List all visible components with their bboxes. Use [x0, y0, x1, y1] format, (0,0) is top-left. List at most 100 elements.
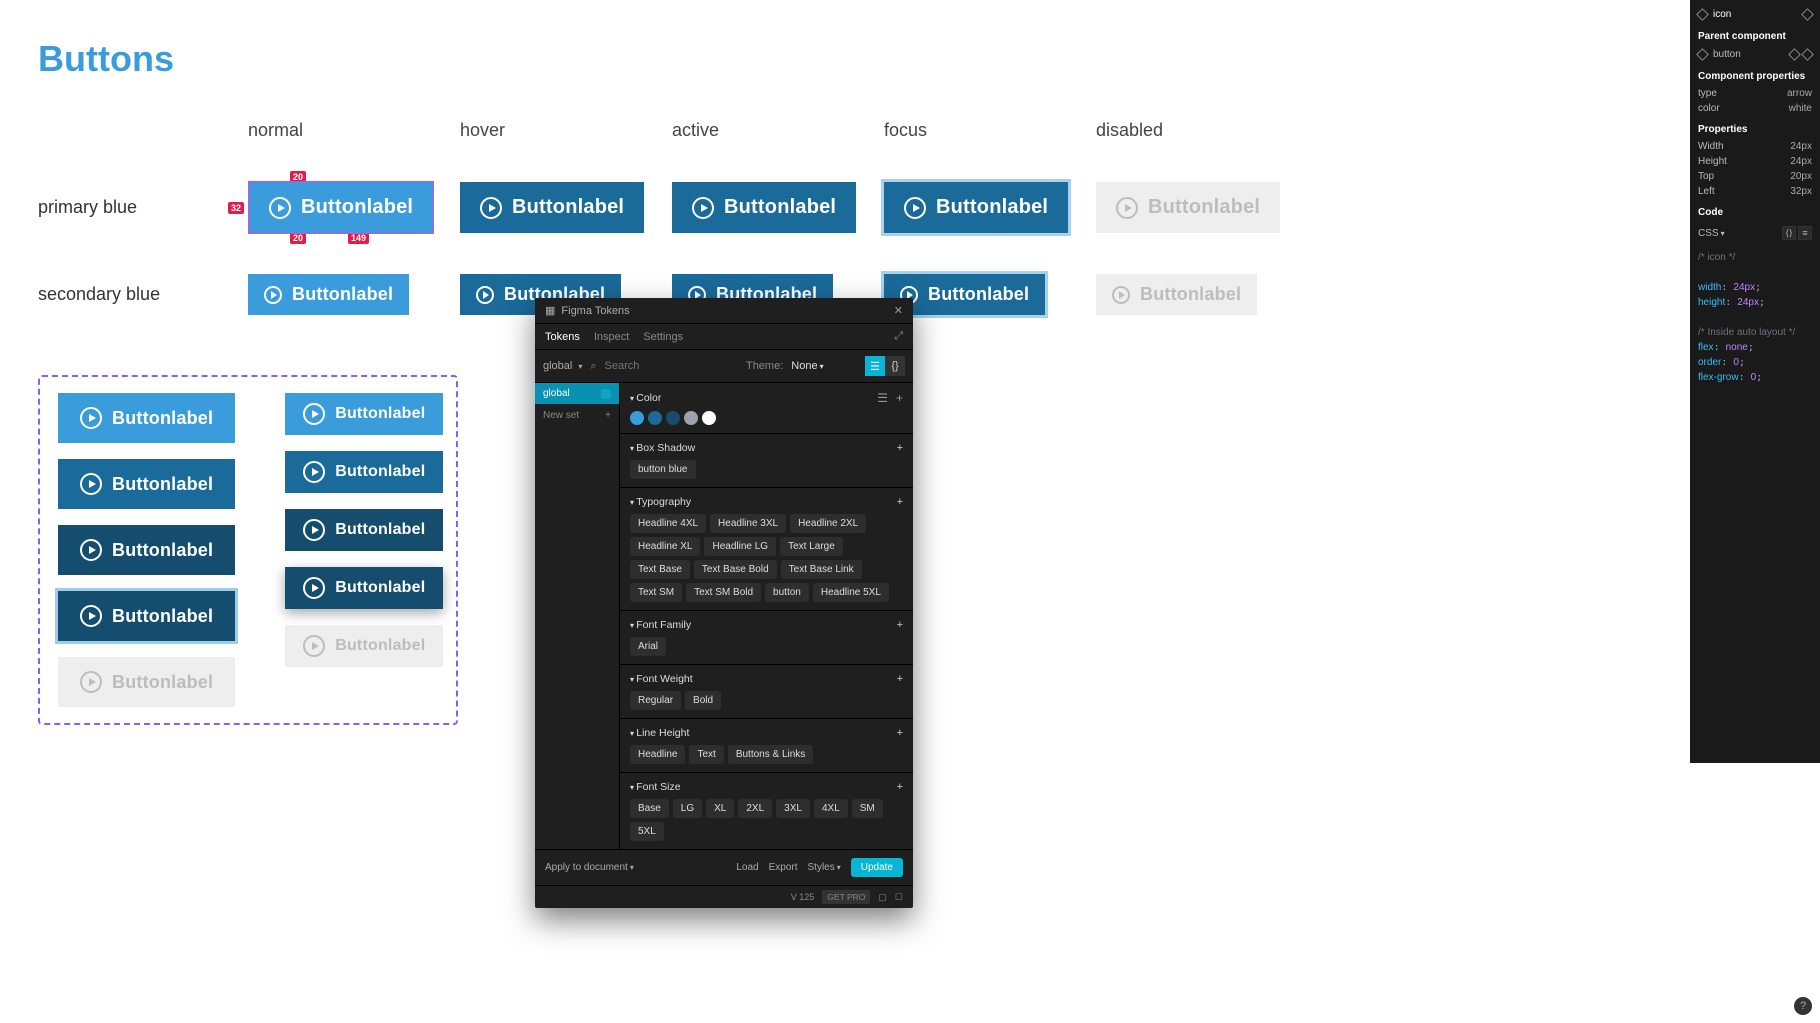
device-icon[interactable]: ▢ [878, 892, 887, 903]
token-chip[interactable]: Headline 2XL [790, 514, 866, 533]
theme-value[interactable]: None [791, 360, 823, 372]
plugin-tab-tokens[interactable]: Tokens [545, 331, 580, 343]
token-chip[interactable]: LG [673, 799, 702, 818]
token-chip[interactable]: Text [689, 745, 723, 764]
token-chip[interactable]: 2XL [738, 799, 772, 818]
goto-main-icon[interactable] [1801, 48, 1814, 61]
token-chip[interactable]: Headline XL [630, 537, 700, 556]
code-copy-icon[interactable]: ⟨⟩ [1782, 226, 1796, 240]
plugin-tab-settings[interactable]: Settings [643, 331, 683, 343]
plus-icon[interactable]: + [897, 673, 903, 685]
token-chip[interactable]: Text Large [780, 537, 843, 556]
view-json-icon[interactable]: {} [885, 356, 905, 376]
section-shadow[interactable]: Box Shadow [630, 442, 695, 454]
primary-button-hover[interactable]: Buttonlabel [460, 182, 644, 233]
variant-button-sm[interactable]: Buttonlabel [285, 451, 443, 493]
section-font-weight[interactable]: Font Weight [630, 673, 693, 685]
css-code-block[interactable]: /* icon */ width: 24px; height: 24px; /*… [1690, 244, 1820, 391]
list-icon[interactable]: ☰ [877, 391, 888, 405]
token-chip[interactable]: Headline [630, 745, 685, 764]
token-chip[interactable]: Text SM [630, 583, 682, 602]
variant-button[interactable]: Buttonlabel [58, 459, 235, 509]
token-chip[interactable]: XL [706, 799, 734, 818]
token-chip[interactable]: Headline 5XL [813, 583, 889, 602]
secondary-button-disabled[interactable]: Buttonlabel [1096, 274, 1257, 315]
play-circle-icon [1116, 197, 1138, 219]
plus-icon[interactable]: + [897, 727, 903, 739]
color-swatch[interactable] [666, 411, 680, 425]
button-label: Buttonlabel [112, 606, 213, 627]
load-button[interactable]: Load [736, 862, 758, 873]
color-swatch[interactable] [630, 411, 644, 425]
variant-button[interactable]: Buttonlabel [58, 591, 235, 641]
plugin-window[interactable]: ▦Figma Tokens ✕ Tokens Inspect Settings … [535, 298, 913, 908]
token-chip[interactable]: Regular [630, 691, 681, 710]
collapse-icon[interactable]: ⤢ [894, 330, 903, 343]
get-pro-button[interactable]: GET PRO [822, 890, 870, 904]
token-chip[interactable]: Text Base Link [781, 560, 862, 579]
primary-button-disabled[interactable]: Buttonlabel [1096, 182, 1280, 233]
variant-button[interactable]: Buttonlabel [58, 657, 235, 707]
version-label: V 125 [791, 892, 815, 902]
plugin-search-input[interactable] [605, 360, 705, 372]
export-button[interactable]: Export [769, 862, 798, 873]
token-chip[interactable]: Headline LG [704, 537, 776, 556]
variant-button[interactable]: Buttonlabel [58, 525, 235, 575]
section-line-height[interactable]: Line Height [630, 727, 689, 739]
new-set-button[interactable]: New set+ [535, 404, 619, 427]
token-chip[interactable]: Buttons & Links [728, 745, 813, 764]
token-chip[interactable]: Text Base [630, 560, 690, 579]
col-header-disabled: disabled [1096, 120, 1308, 141]
token-chip[interactable]: button [765, 583, 809, 602]
feedback-icon[interactable]: ☐ [895, 892, 903, 903]
variant-button[interactable]: Buttonlabel [58, 393, 235, 443]
variant-button-sm[interactable]: Buttonlabel [285, 567, 443, 609]
plus-icon[interactable]: + [896, 391, 903, 405]
section-typography[interactable]: Typography [630, 496, 691, 508]
styles-button[interactable]: Styles [808, 862, 841, 873]
code-lang-select[interactable]: CSS [1698, 228, 1725, 239]
secondary-button-normal[interactable]: Buttonlabel [248, 274, 409, 315]
token-chip[interactable]: Headline 3XL [710, 514, 786, 533]
help-icon[interactable]: ? [1794, 997, 1812, 1015]
variant-button-sm[interactable]: Buttonlabel [285, 393, 443, 435]
color-swatch[interactable] [684, 411, 698, 425]
token-chip[interactable]: Base [630, 799, 669, 818]
variant-button-sm[interactable]: Buttonlabel [285, 509, 443, 551]
plugin-tab-inspect[interactable]: Inspect [594, 331, 629, 343]
token-chip[interactable]: Arial [630, 637, 666, 656]
view-grid-icon[interactable]: ☰ [865, 356, 885, 376]
variant-button-sm[interactable]: Buttonlabel [285, 625, 443, 667]
token-chip[interactable]: Text Base Bold [694, 560, 777, 579]
section-font-size[interactable]: Font Size [630, 781, 681, 793]
color-swatch[interactable] [702, 411, 716, 425]
section-color[interactable]: Color [630, 392, 661, 404]
apply-button[interactable]: Apply to document [545, 862, 634, 873]
token-chip[interactable]: Bold [685, 691, 721, 710]
token-chip[interactable]: 4XL [814, 799, 848, 818]
token-chip[interactable]: button blue [630, 460, 696, 479]
code-settings-icon[interactable]: ≡ [1798, 226, 1812, 240]
section-font-family[interactable]: Font Family [630, 619, 691, 631]
goto-main-icon[interactable] [1788, 48, 1801, 61]
token-set-select[interactable]: global [543, 360, 582, 372]
variant-icon[interactable] [1801, 8, 1814, 21]
primary-button-normal[interactable]: Buttonlabel [249, 182, 433, 233]
plus-icon[interactable]: + [897, 781, 903, 793]
token-chip[interactable]: SM [852, 799, 883, 818]
plus-icon[interactable]: + [897, 619, 903, 631]
close-icon[interactable]: ✕ [894, 304, 903, 317]
checkbox-icon[interactable] [601, 389, 611, 399]
color-swatch[interactable] [648, 411, 662, 425]
plus-icon[interactable]: + [897, 496, 903, 508]
update-button[interactable]: Update [851, 858, 903, 877]
token-chip[interactable]: 3XL [776, 799, 810, 818]
token-chip[interactable]: Headline 4XL [630, 514, 706, 533]
parent-name[interactable]: button [1713, 49, 1741, 60]
token-chip[interactable]: Text SM Bold [686, 583, 761, 602]
primary-button-active[interactable]: Buttonlabel [672, 182, 856, 233]
token-set-item[interactable]: global [535, 383, 619, 404]
token-chip[interactable]: 5XL [630, 822, 664, 841]
plus-icon[interactable]: + [897, 442, 903, 454]
primary-button-focus[interactable]: Buttonlabel [884, 182, 1068, 233]
